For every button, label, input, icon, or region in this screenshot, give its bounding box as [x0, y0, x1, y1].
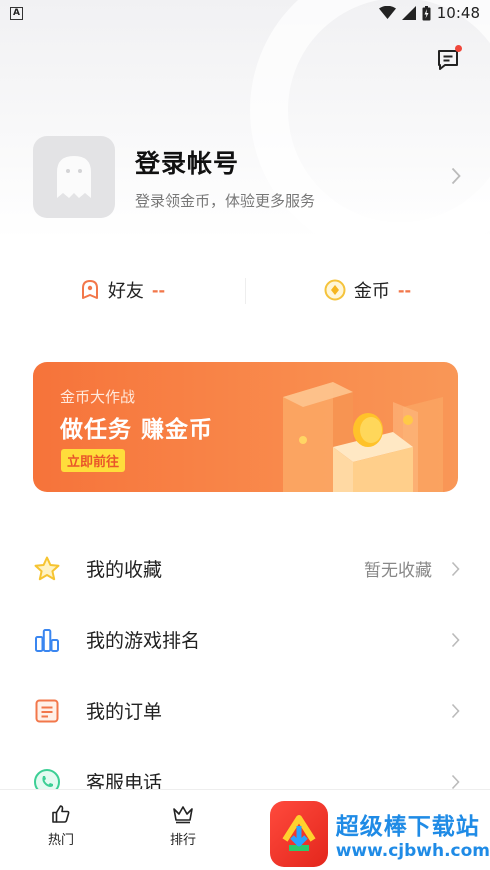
banner-subtitle: 金币大作战	[60, 388, 136, 406]
chevron-right-icon	[451, 561, 460, 576]
menu-label-orders: 我的订单	[86, 701, 163, 723]
download-logo-icon	[282, 815, 316, 851]
watermark-url: www.cjbwh.com	[335, 841, 490, 861]
stat-friends-value: --	[151, 280, 166, 300]
wifi-icon	[378, 6, 396, 19]
coin-task-banner[interactable]: 金币大作战 做任务 赚金币 立即前往	[33, 362, 458, 492]
thumbs-up-icon	[52, 805, 70, 823]
stat-coins-label: 金币	[353, 281, 390, 302]
watermark-title: 超级棒下载站	[335, 814, 480, 840]
chevron-right-icon	[451, 632, 460, 647]
signal-icon	[401, 6, 416, 20]
stat-friends[interactable]: 好友 --	[0, 277, 245, 303]
star-icon	[34, 556, 60, 580]
status-time: 10:48	[436, 4, 480, 22]
avatar[interactable]	[33, 136, 115, 218]
favorites-empty-text: 暂无收藏	[364, 561, 432, 581]
coin-icon	[324, 279, 346, 301]
chevron-right-icon	[451, 703, 460, 718]
app-notification-icon: A	[10, 6, 23, 20]
coin-tower-illustration	[283, 382, 443, 492]
menu-list: 我的收藏 暂无收藏 我的游戏排名 我的订单 客服电话	[0, 533, 490, 817]
tab-rank[interactable]: 排行	[153, 804, 213, 848]
login-subtitle: 登录领金币，体验更多服务	[135, 191, 316, 210]
friends-icon	[81, 280, 98, 299]
battery-icon	[422, 5, 431, 20]
banner-title: 做任务 赚金币	[60, 417, 214, 443]
banner-go-button[interactable]: 立即前往	[61, 449, 126, 472]
stats-row: 好友 -- 金币 --	[0, 270, 490, 310]
stat-coins-value: --	[397, 280, 412, 300]
chevron-right-icon	[451, 774, 460, 789]
menu-label-favorites: 我的收藏	[86, 559, 163, 581]
menu-item-orders[interactable]: 我的订单	[0, 675, 490, 746]
ghost-icon	[57, 156, 91, 198]
login-title[interactable]: 登录帐号	[135, 144, 315, 180]
stat-coins[interactable]: 金币 --	[245, 277, 490, 303]
crown-icon	[173, 806, 193, 824]
order-icon	[35, 699, 59, 722]
bar-chart-icon	[35, 628, 59, 652]
tab-rank-label: 排行	[169, 833, 196, 848]
chevron-right-icon	[451, 167, 461, 185]
message-button[interactable]	[436, 45, 462, 74]
tab-hot[interactable]: 热门	[31, 804, 91, 848]
tab-hot-label: 热门	[47, 833, 74, 848]
login-profile-card[interactable]: 登录帐号 登录领金币，体验更多服务	[33, 136, 463, 218]
menu-item-favorites[interactable]: 我的收藏 暂无收藏	[0, 533, 490, 604]
menu-label-game-rank: 我的游戏排名	[86, 630, 201, 652]
notification-dot	[455, 45, 462, 52]
status-bar: A 10:48	[0, 0, 490, 26]
menu-item-game-rank[interactable]: 我的游戏排名	[0, 604, 490, 675]
stats-divider	[245, 278, 246, 304]
stat-friends-label: 好友	[107, 281, 144, 302]
watermark-logo	[270, 801, 328, 867]
site-watermark: 超级棒下载站 www.cjbwh.com	[270, 800, 490, 868]
